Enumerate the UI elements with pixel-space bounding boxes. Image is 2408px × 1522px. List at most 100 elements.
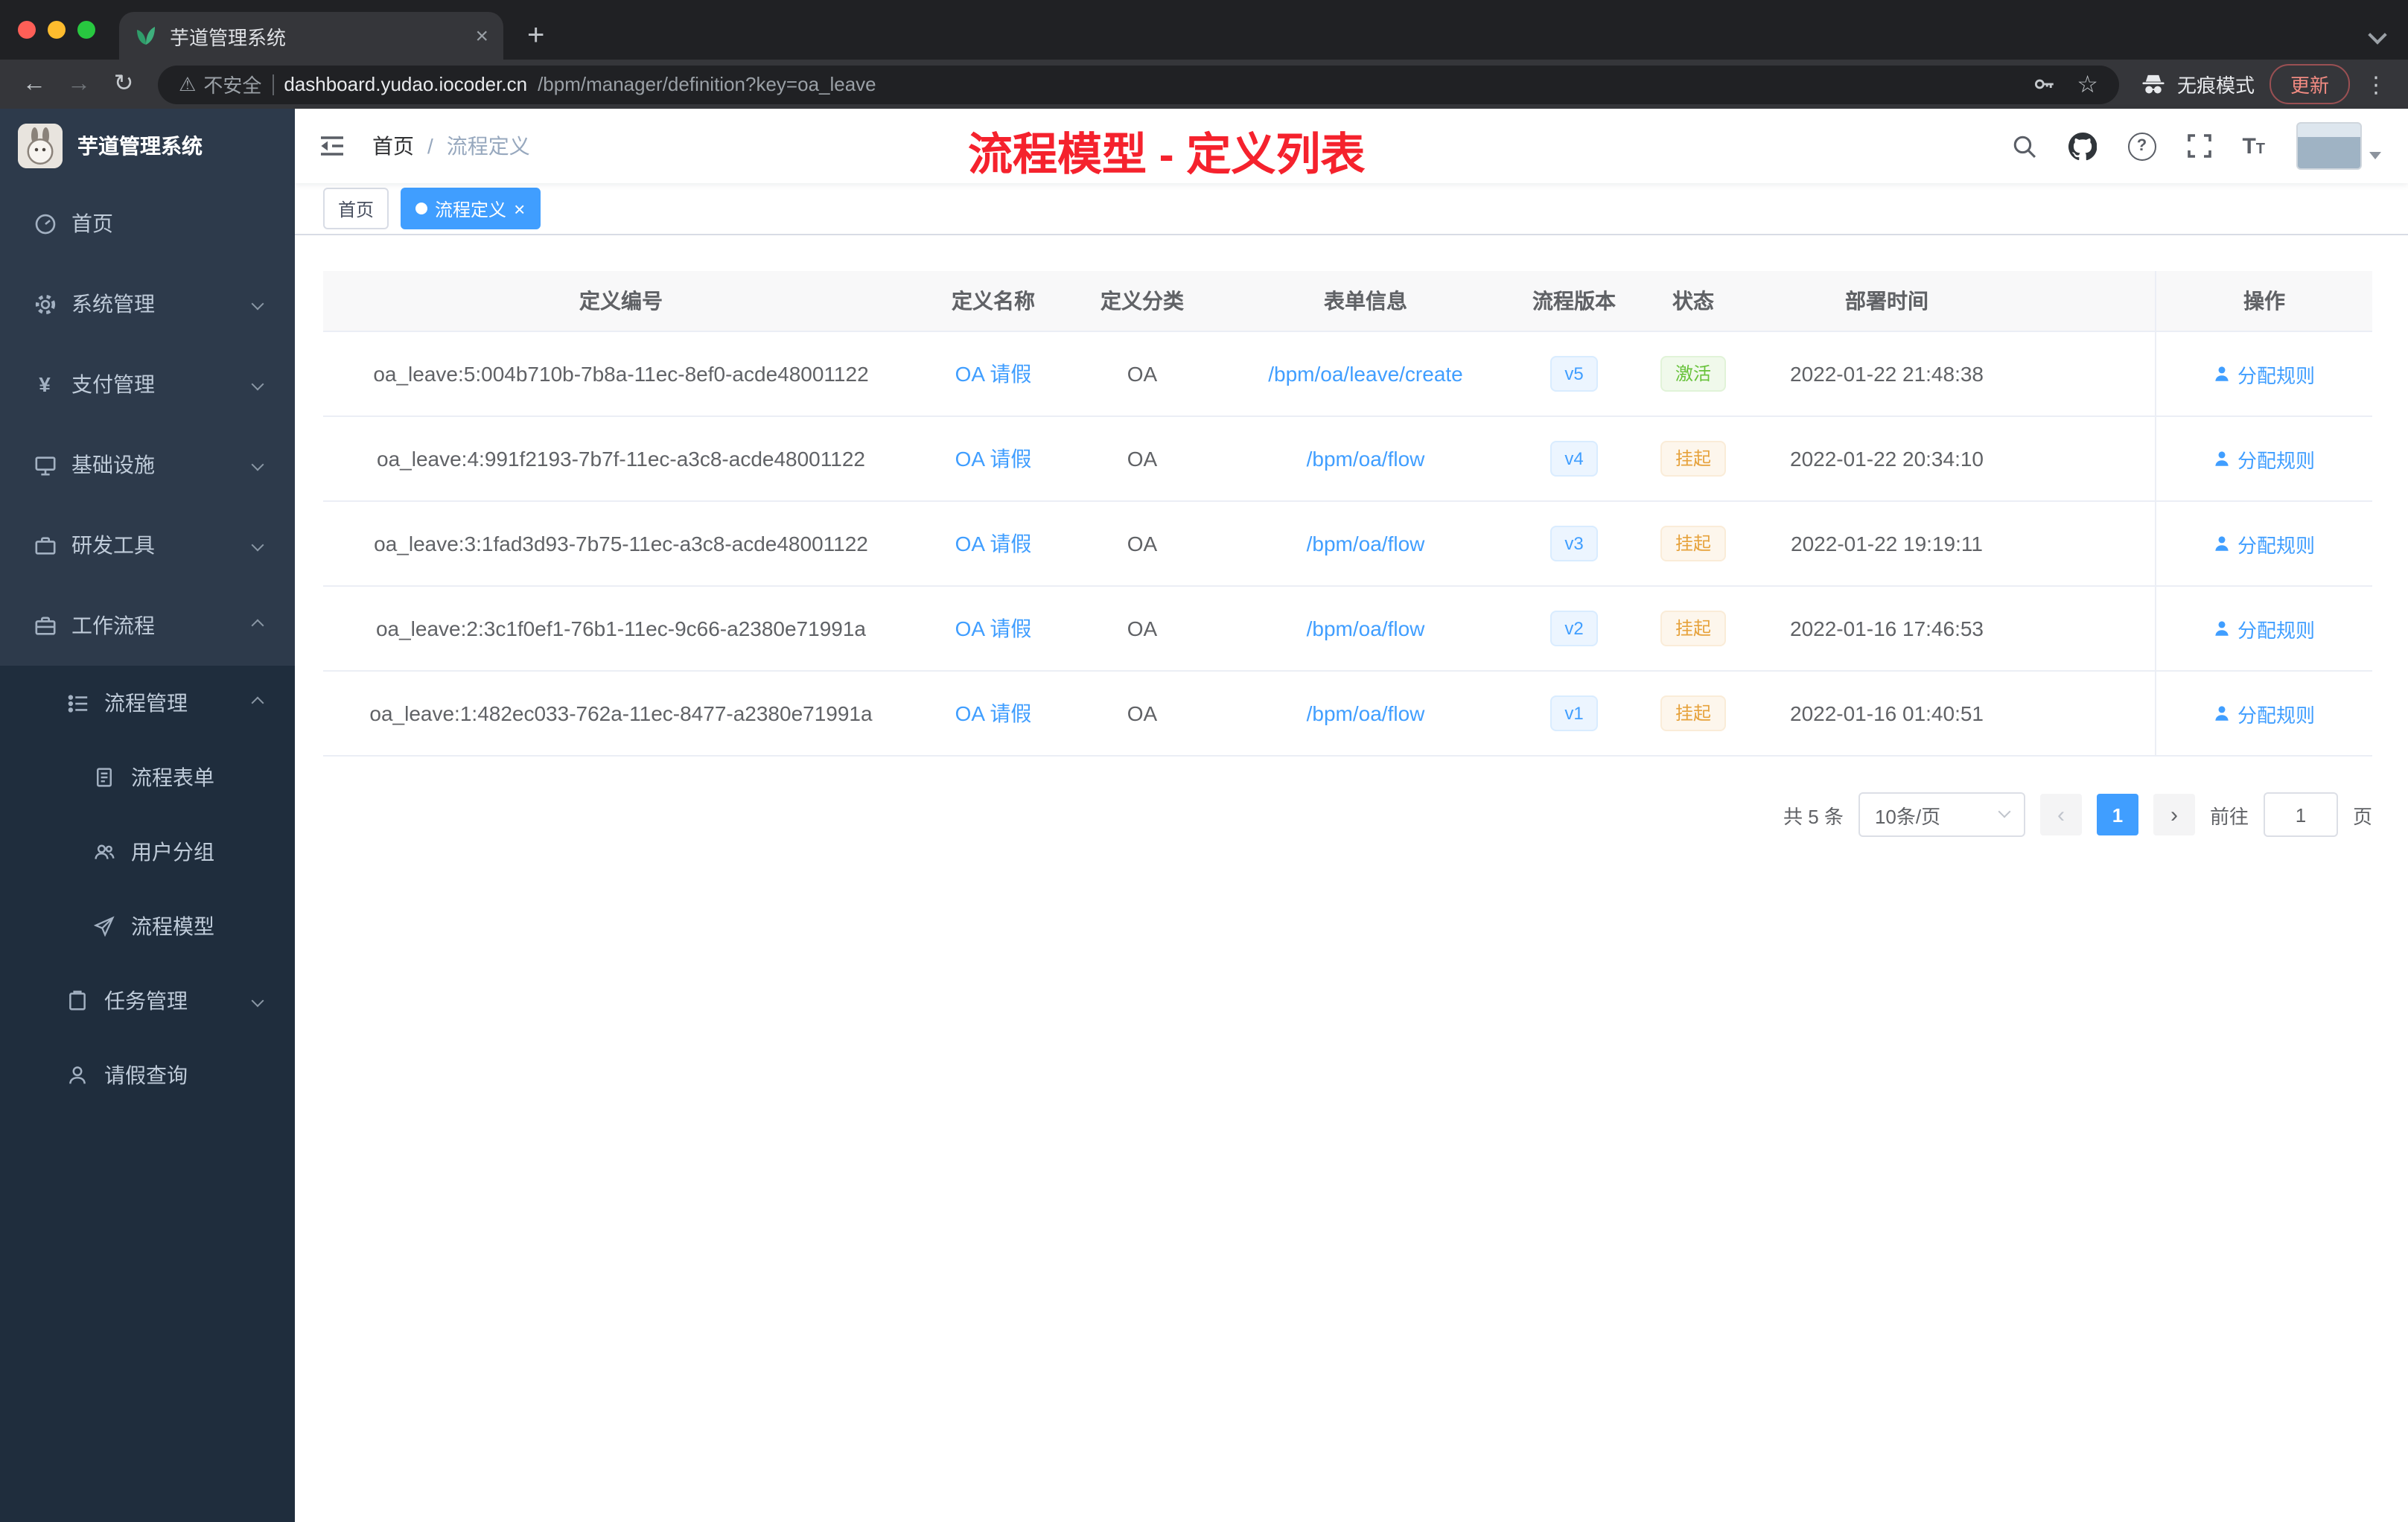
chevron-down-icon — [1998, 805, 2011, 818]
col-header: 表单信息 — [1324, 289, 1407, 313]
assign-rule-link[interactable]: 分配规则 — [2214, 360, 2315, 388]
sidebar-item-label: 基础设施 — [71, 453, 155, 477]
page-size-select[interactable]: 10条/页 — [1858, 792, 2025, 837]
definition-category: OA — [1127, 362, 1158, 386]
definition-name-link[interactable]: OA 请假 — [955, 614, 1032, 643]
sidebar-item-system[interactable]: 系统管理 — [0, 264, 295, 344]
address-bar[interactable]: ⚠ 不安全 dashboard.yudao.iocoder.cn /bpm/ma… — [158, 65, 2119, 104]
incognito-label: 无痕模式 — [2176, 74, 2255, 97]
tags-view-bar: 首页 流程定义 × — [295, 183, 2408, 235]
window-close-button[interactable] — [18, 21, 36, 39]
page-content: 定义编号 定义名称 定义分类 表单信息 流程版本 状态 部署时间 操作 oa_l… — [295, 235, 2408, 1522]
form-link[interactable]: /bpm/oa/flow — [1307, 447, 1425, 471]
breadcrumb-separator: / — [427, 134, 433, 158]
assign-rule-link[interactable]: 分配规则 — [2214, 445, 2315, 473]
sidebar-item-process-mgmt[interactable]: 流程管理 — [0, 666, 295, 740]
browser-tab[interactable]: 芋道管理系统 × — [119, 12, 503, 60]
security-warning[interactable]: ⚠ 不安全 — [179, 70, 261, 98]
help-icon[interactable]: ? — [2127, 132, 2156, 160]
main-area: 首页 / 流程定义 流程模型 - 定义列表 ? T T 首页 流程定义 × 定义… — [295, 109, 2408, 1522]
assign-rule-link[interactable]: 分配规则 — [2214, 699, 2315, 727]
version-badge: v5 — [1549, 356, 1599, 392]
logo-avatar — [18, 124, 63, 168]
form-link[interactable]: /bpm/oa/leave/create — [1268, 362, 1463, 386]
user-avatar-wrap[interactable] — [2296, 122, 2381, 170]
search-icon[interactable] — [2011, 133, 2036, 159]
col-header: 流程版本 — [1532, 289, 1616, 313]
bookmark-star-icon[interactable]: ☆ — [2077, 69, 2098, 99]
col-header: 定义编号 — [579, 289, 663, 313]
person-icon — [66, 1065, 89, 1086]
sidebar-item-home[interactable]: 首页 — [0, 183, 295, 264]
form-link[interactable]: /bpm/oa/flow — [1307, 617, 1425, 640]
new-tab-button[interactable]: + — [527, 21, 544, 51]
chevron-down-icon — [251, 297, 264, 311]
gear-icon — [33, 293, 57, 315]
browser-menu-icon[interactable]: ⋮ — [2365, 71, 2387, 98]
dashboard-icon — [33, 212, 57, 235]
sidebar-item-label: 请假查询 — [104, 1063, 188, 1087]
sidebar-item-leave-query[interactable]: 请假查询 — [0, 1038, 295, 1112]
assign-rule-link[interactable]: 分配规则 — [2214, 529, 2315, 558]
font-size-icon[interactable]: TT — [2242, 135, 2265, 157]
sidebar-item-label: 支付管理 — [71, 372, 155, 396]
sidebar-item-process-model[interactable]: 流程模型 — [0, 889, 295, 964]
tab-search-chevron-icon[interactable] — [2368, 22, 2387, 49]
definition-name-link[interactable]: OA 请假 — [955, 529, 1032, 558]
sidebar-fold-icon[interactable] — [319, 134, 345, 158]
sidebar-item-devtools[interactable]: 研发工具 — [0, 505, 295, 585]
sidebar-item-user-group[interactable]: 用户分组 — [0, 815, 295, 889]
definition-name-link[interactable]: OA 请假 — [955, 359, 1032, 389]
back-button[interactable]: ← — [12, 71, 57, 96]
tag-home[interactable]: 首页 — [323, 188, 389, 229]
tab-close-icon[interactable]: × — [475, 25, 488, 47]
page-number-button[interactable]: 1 — [2096, 794, 2138, 835]
sidebar-item-task-mgmt[interactable]: 任务管理 — [0, 964, 295, 1038]
breadcrumb-home[interactable]: 首页 — [372, 131, 414, 161]
github-icon[interactable] — [2068, 132, 2097, 160]
sidebar-item-label: 流程模型 — [131, 914, 214, 938]
definition-name-link[interactable]: OA 请假 — [955, 698, 1032, 728]
sidebar-item-infra[interactable]: 基础设施 — [0, 424, 295, 505]
window-zoom-button[interactable] — [77, 21, 95, 39]
window-minimize-button[interactable] — [48, 21, 66, 39]
prev-page-button[interactable]: ‹ — [2039, 794, 2082, 835]
assign-rule-link[interactable]: 分配规则 — [2214, 614, 2315, 643]
table-row: oa_leave:3:1fad3d93-7b75-11ec-a3c8-acde4… — [323, 502, 2372, 587]
reload-button[interactable]: ↻ — [101, 71, 146, 96]
next-page-button[interactable]: › — [2153, 794, 2195, 835]
fullscreen-icon[interactable] — [2187, 134, 2211, 158]
sidebar: 芋道管理系统 首页 系统管理 ¥ 支付管理 基础设施 研发工具 工作流程 流程管… — [0, 109, 295, 1522]
warning-icon: ⚠ — [179, 72, 197, 95]
sidebar-item-process-form[interactable]: 流程表单 — [0, 740, 295, 815]
sidebar-item-payment[interactable]: ¥ 支付管理 — [0, 344, 295, 424]
password-key-icon[interactable] — [2030, 71, 2056, 97]
tag-process-definition[interactable]: 流程定义 × — [401, 188, 541, 229]
toolbox-icon — [33, 534, 57, 556]
form-link[interactable]: /bpm/oa/flow — [1307, 532, 1425, 555]
tag-label: 流程定义 — [435, 199, 507, 220]
goto-label: 前往 — [2209, 805, 2249, 827]
url-host: dashboard.yudao.iocoder.cn — [284, 73, 528, 95]
status-badge: 挂起 — [1660, 611, 1726, 646]
status-badge: 挂起 — [1660, 695, 1726, 731]
url-path: /bpm/manager/definition?key=oa_leave — [538, 73, 876, 95]
definition-name-link[interactable]: OA 请假 — [955, 444, 1032, 474]
chevron-down-icon — [251, 378, 264, 391]
user-avatar[interactable] — [2296, 122, 2362, 170]
status-badge: 激活 — [1660, 356, 1726, 392]
form-link[interactable]: /bpm/oa/flow — [1307, 701, 1425, 725]
table-row: oa_leave:2:3c1f0ef1-76b1-11ec-9c66-a2380… — [323, 587, 2372, 672]
sidebar-item-label: 首页 — [71, 211, 113, 235]
pagination-total: 共 5 条 — [1783, 805, 1844, 827]
chrome-update-button[interactable]: 更新 — [2269, 64, 2350, 104]
chevron-down-icon — [251, 538, 264, 552]
tag-close-icon[interactable]: × — [514, 199, 525, 218]
definition-category: OA — [1127, 532, 1158, 555]
definition-id: oa_leave:2:3c1f0ef1-76b1-11ec-9c66-a2380… — [375, 617, 866, 640]
sidebar-item-workflow[interactable]: 工作流程 — [0, 585, 295, 666]
sidebar-logo[interactable]: 芋道管理系统 — [0, 109, 295, 183]
goto-page-input[interactable] — [2263, 792, 2338, 837]
forward-button[interactable]: → — [57, 71, 101, 96]
definition-category: OA — [1127, 617, 1158, 640]
